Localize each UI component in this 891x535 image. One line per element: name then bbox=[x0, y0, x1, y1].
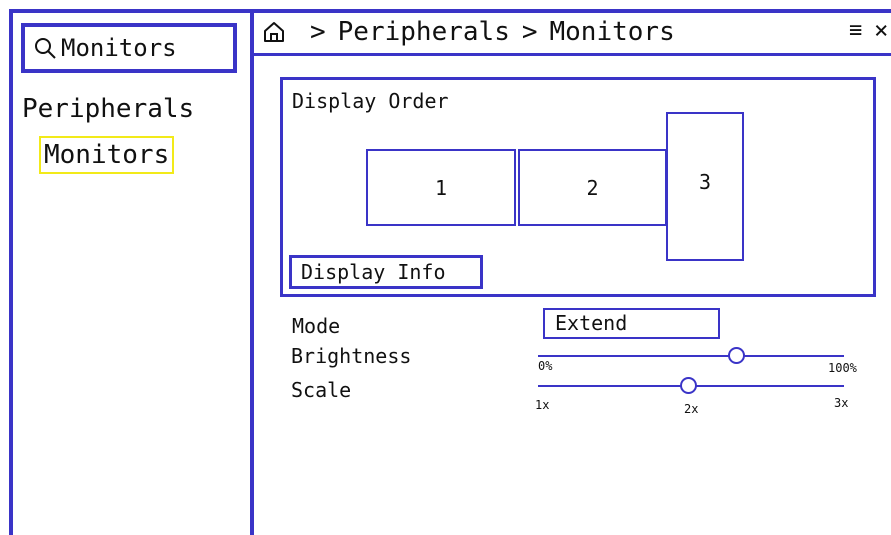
scale-slider-handle[interactable] bbox=[680, 377, 697, 394]
window-border-left bbox=[9, 9, 13, 535]
monitor-2[interactable]: 2 bbox=[518, 149, 667, 226]
brightness-slider-handle[interactable] bbox=[728, 347, 746, 364]
sidebar-item-monitors[interactable]: Monitors bbox=[39, 136, 175, 174]
breadcrumb: > Peripherals > Monitors bbox=[262, 14, 675, 50]
menu-icon[interactable]: ≡ bbox=[849, 18, 862, 44]
breadcrumb-item-monitors: Monitors bbox=[549, 17, 675, 47]
breadcrumb-item-peripherals[interactable]: Peripherals bbox=[338, 17, 510, 47]
brightness-slider-track[interactable] bbox=[538, 355, 844, 357]
monitor-3[interactable]: 3 bbox=[666, 112, 744, 261]
mode-label: Mode bbox=[292, 314, 341, 338]
search-input[interactable]: Monitors bbox=[21, 23, 237, 73]
mode-dropdown[interactable]: Extend bbox=[543, 308, 720, 339]
sidebar-item-peripherals[interactable]: Peripherals bbox=[22, 92, 194, 126]
breadcrumb-separator: > bbox=[310, 17, 326, 47]
scale-mid-label: 2x bbox=[684, 402, 699, 416]
window-border-top bbox=[9, 9, 891, 13]
home-icon[interactable] bbox=[262, 20, 286, 44]
close-icon[interactable]: × bbox=[874, 16, 888, 44]
monitor-1-label: 1 bbox=[434, 175, 448, 200]
scale-label: Scale bbox=[291, 378, 352, 402]
brightness-max-label: 100% bbox=[828, 361, 857, 375]
monitor-1[interactable]: 1 bbox=[366, 149, 516, 226]
search-input-value: Monitors bbox=[61, 34, 177, 62]
display-order-title: Display Order bbox=[292, 89, 449, 113]
scale-max-label: 3x bbox=[834, 396, 849, 410]
monitor-2-label: 2 bbox=[586, 175, 599, 200]
scale-min-label: 1x bbox=[535, 398, 550, 412]
brightness-label: Brightness bbox=[291, 344, 412, 368]
brightness-min-label: 0% bbox=[538, 359, 553, 373]
breadcrumb-separator: > bbox=[521, 17, 538, 47]
monitor-3-label: 3 bbox=[698, 169, 712, 194]
display-info-button[interactable]: Display Info bbox=[289, 255, 483, 289]
sidebar-divider bbox=[250, 9, 254, 535]
search-icon bbox=[35, 38, 56, 59]
header-divider bbox=[252, 53, 891, 56]
